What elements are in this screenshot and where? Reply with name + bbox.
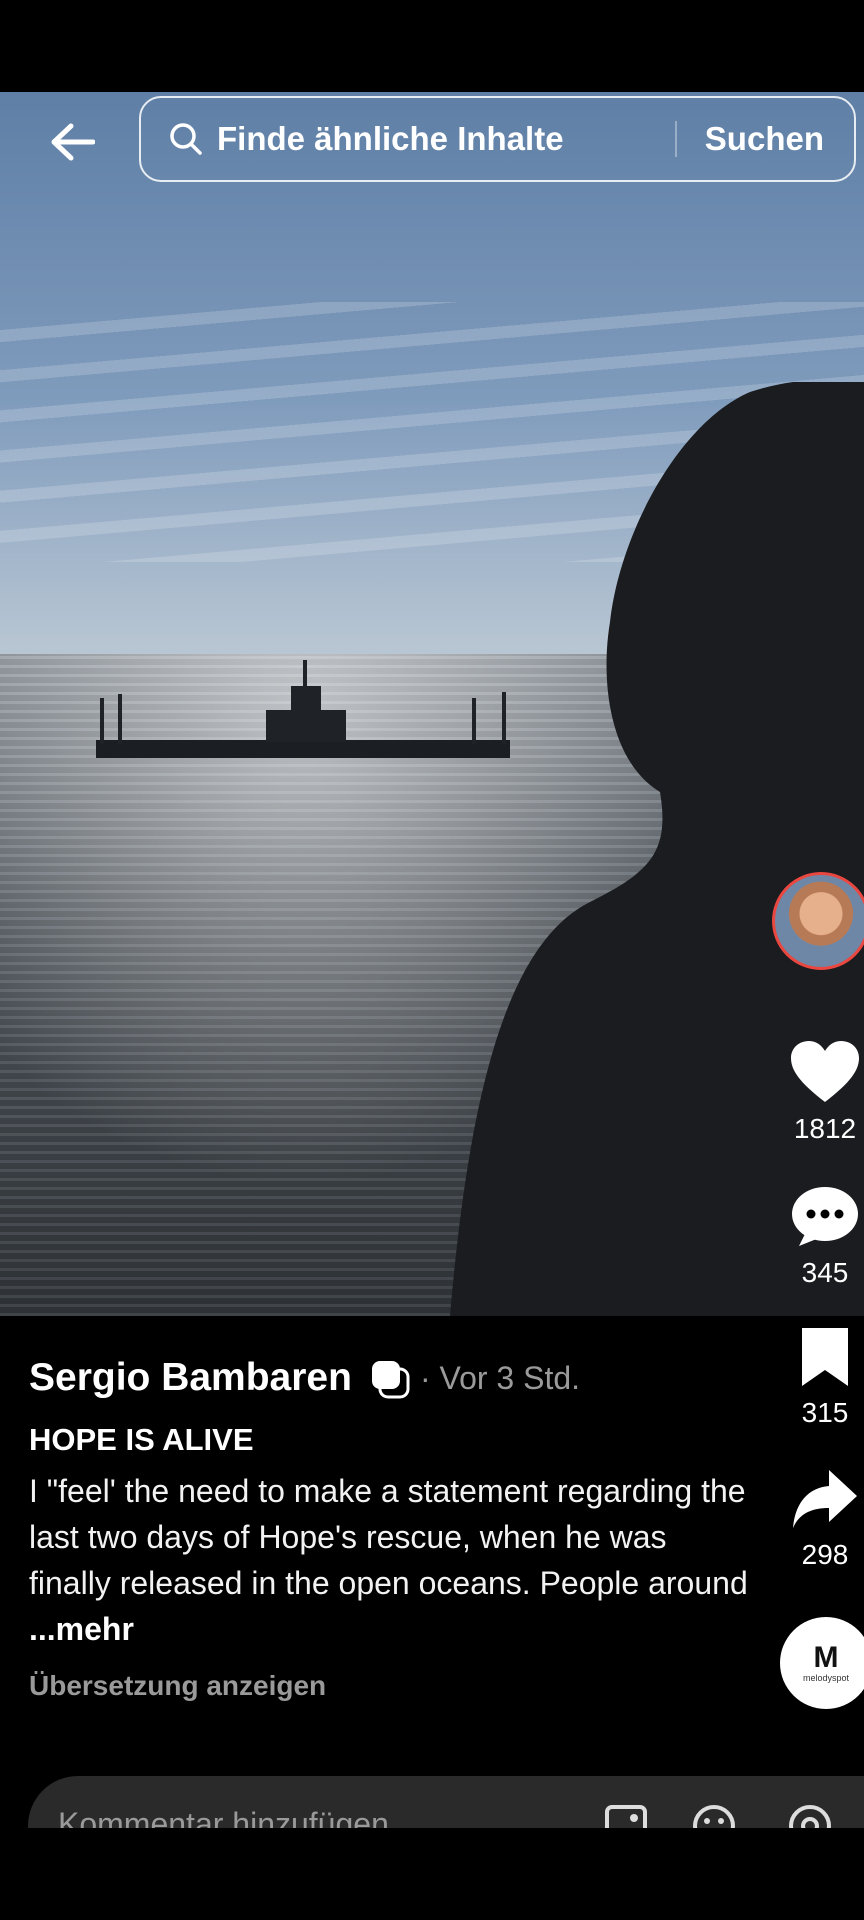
save-count: 315 [801, 1397, 849, 1428]
video-player[interactable] [0, 92, 864, 1316]
more-link[interactable]: ...mehr [29, 1611, 134, 1647]
back-arrow-icon [51, 123, 95, 161]
post-caption: Sergio Bambaren · Vor 3 Std. HOPE IS ALI… [29, 1356, 749, 1702]
like-count: 1812 [793, 1113, 857, 1144]
search-button[interactable]: Suchen [705, 120, 824, 158]
author-name[interactable]: Sergio Bambaren [29, 1356, 352, 1400]
author-avatar[interactable] [772, 872, 864, 970]
back-button[interactable] [44, 114, 100, 170]
search-divider [674, 121, 677, 157]
comment-count: 345 [801, 1257, 849, 1288]
person-silhouette [450, 382, 864, 1316]
share-count: 298 [801, 1539, 849, 1570]
verified-icon [371, 1361, 410, 1399]
bookmark-icon [802, 1328, 848, 1386]
translate-link[interactable]: Übersetzung anzeigen [29, 1670, 749, 1702]
post-time: · Vor 3 Std. [419, 1359, 581, 1396]
post-description-text: I "feel' the need to make a statement re… [29, 1473, 748, 1601]
search-input[interactable]: Finde ähnliche Inhalte [217, 120, 675, 158]
music-logo: M [813, 1641, 839, 1674]
bottom-black-area [0, 1828, 864, 1920]
like-button[interactable]: 1812 [780, 1040, 864, 1145]
bookmark-button[interactable]: 315 [780, 1326, 864, 1429]
post-description: I "feel' the need to make a statement re… [29, 1468, 749, 1652]
share-icon [793, 1470, 857, 1528]
ship-silhouette [96, 660, 510, 758]
comment-icon [792, 1187, 858, 1246]
music-disc[interactable]: M melodyspot [780, 1617, 864, 1709]
post-title: HOPE IS ALIVE [29, 1422, 254, 1457]
search-icon [170, 123, 202, 155]
heart-icon [791, 1041, 859, 1102]
music-label: melodyspot [802, 1673, 850, 1683]
search-bar[interactable]: Finde ähnliche Inhalte Suchen [139, 96, 856, 182]
comment-button[interactable]: 345 [780, 1184, 864, 1289]
share-button[interactable]: 298 [780, 1468, 864, 1571]
